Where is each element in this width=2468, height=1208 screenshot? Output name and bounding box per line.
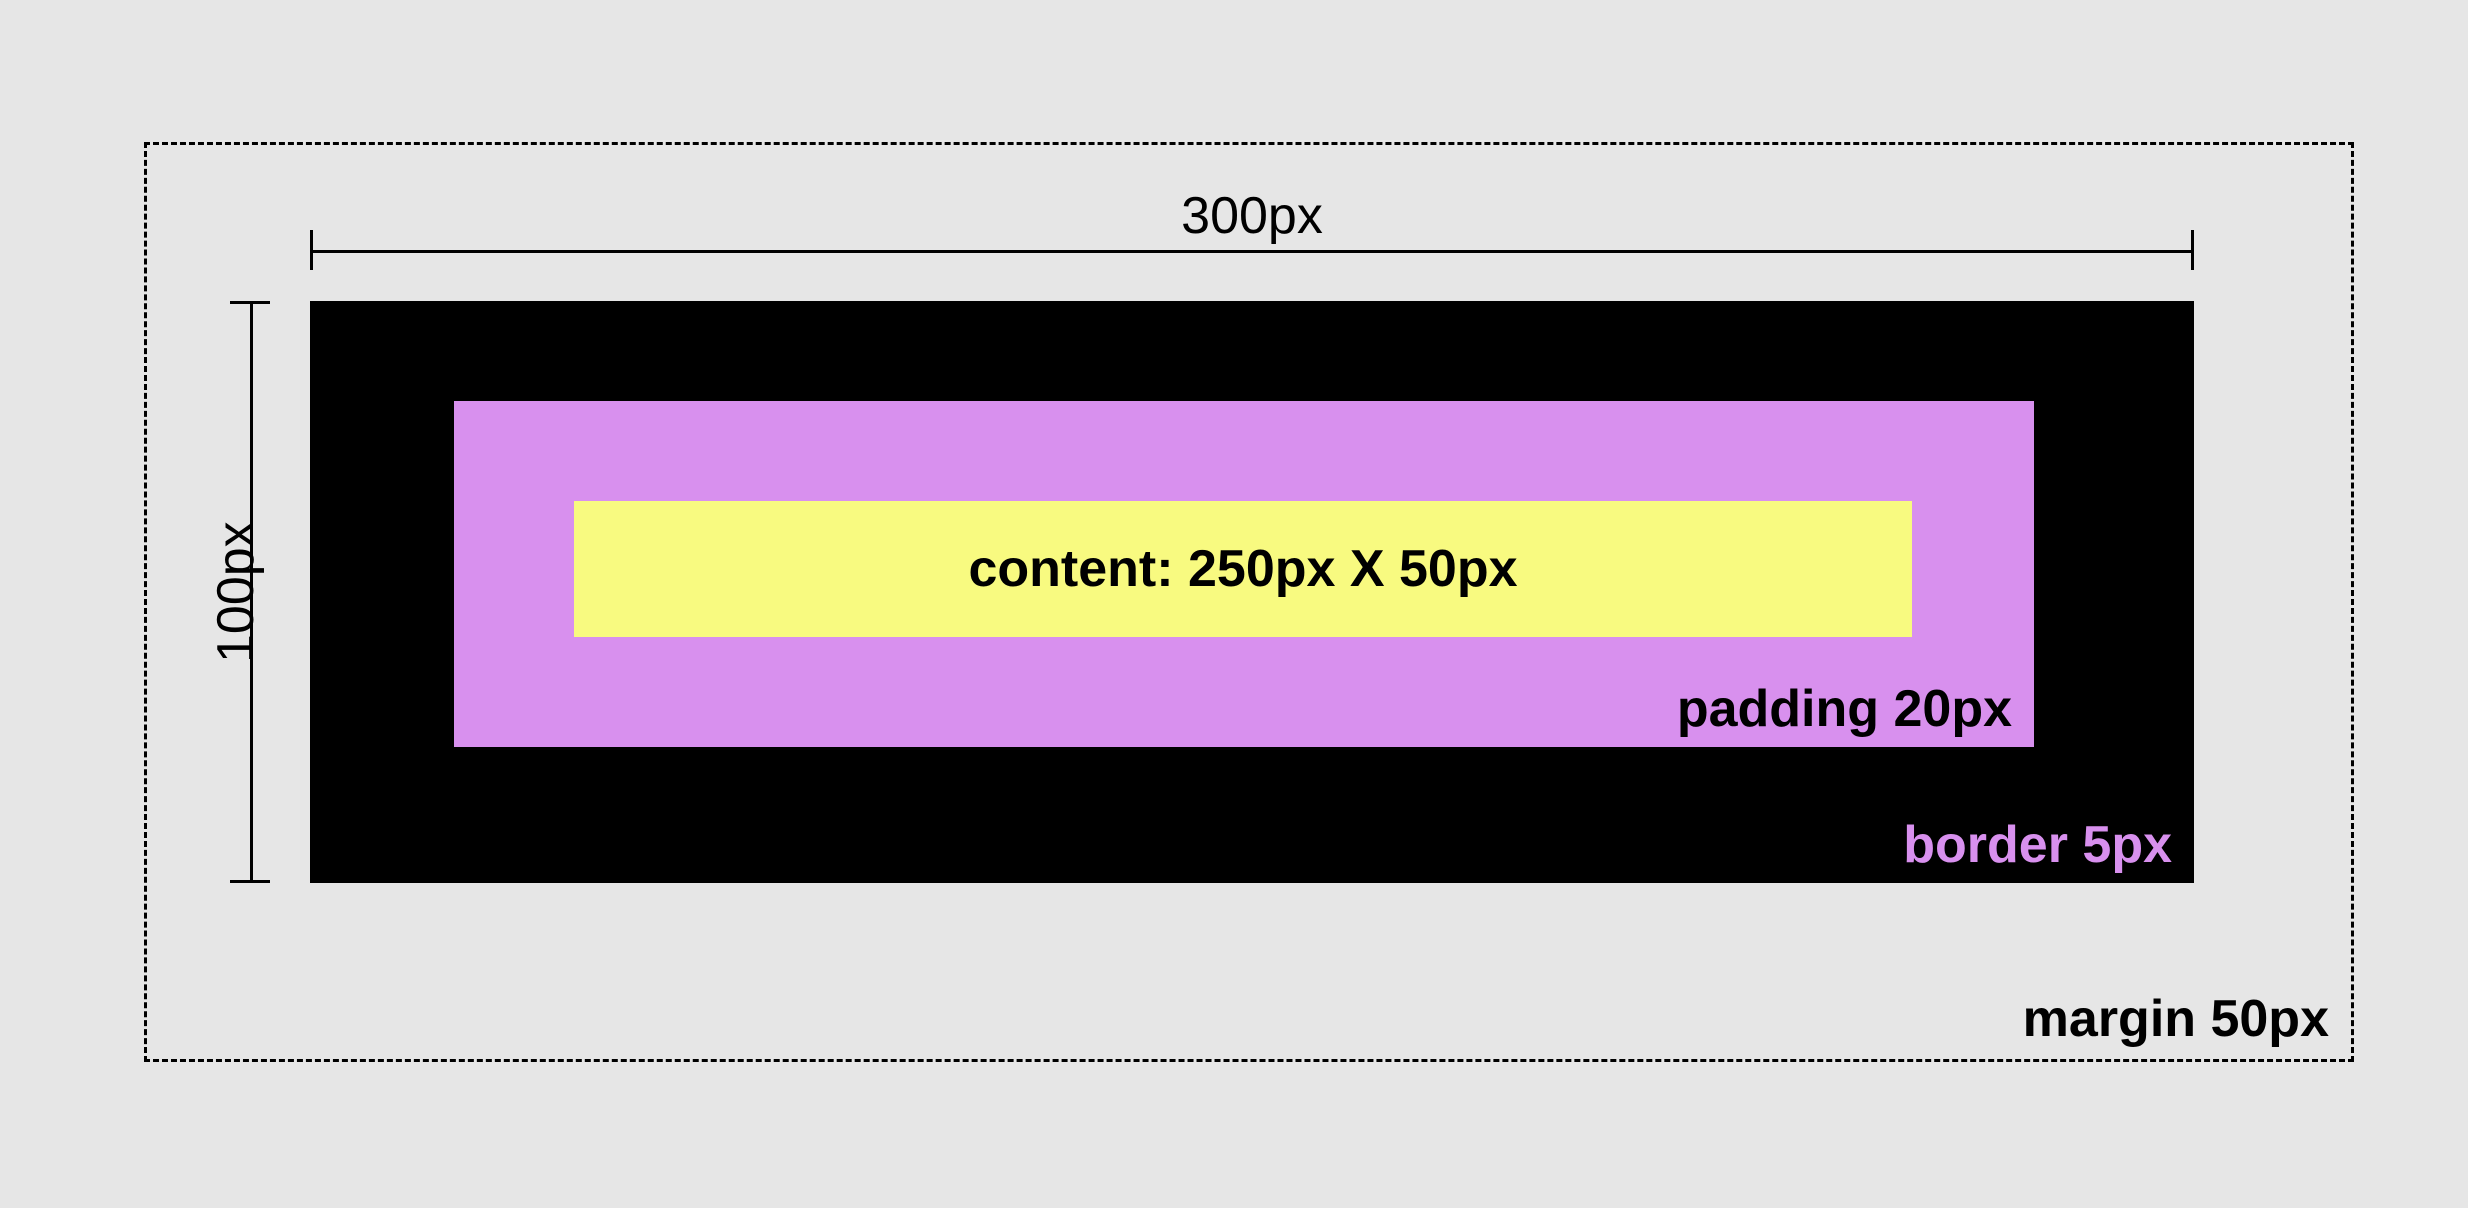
content-label: content: 250px X 50px — [968, 539, 1517, 599]
margin-label: margin 50px — [2023, 989, 2329, 1049]
height-dimension-bar: 100px — [220, 301, 280, 883]
padding-label: padding 20px — [1677, 679, 2012, 739]
width-line — [310, 250, 2194, 253]
border-area: content: 250px X 50px padding 20px borde… — [310, 301, 2194, 883]
border-label: border 5px — [1903, 815, 2172, 875]
height-label: 100px — [206, 301, 262, 883]
padding-area: content: 250px X 50px padding 20px — [454, 401, 2034, 747]
width-label: 300px — [310, 186, 2194, 246]
width-dimension-bar: 300px — [310, 220, 2194, 280]
content-area: content: 250px X 50px — [574, 501, 1912, 637]
